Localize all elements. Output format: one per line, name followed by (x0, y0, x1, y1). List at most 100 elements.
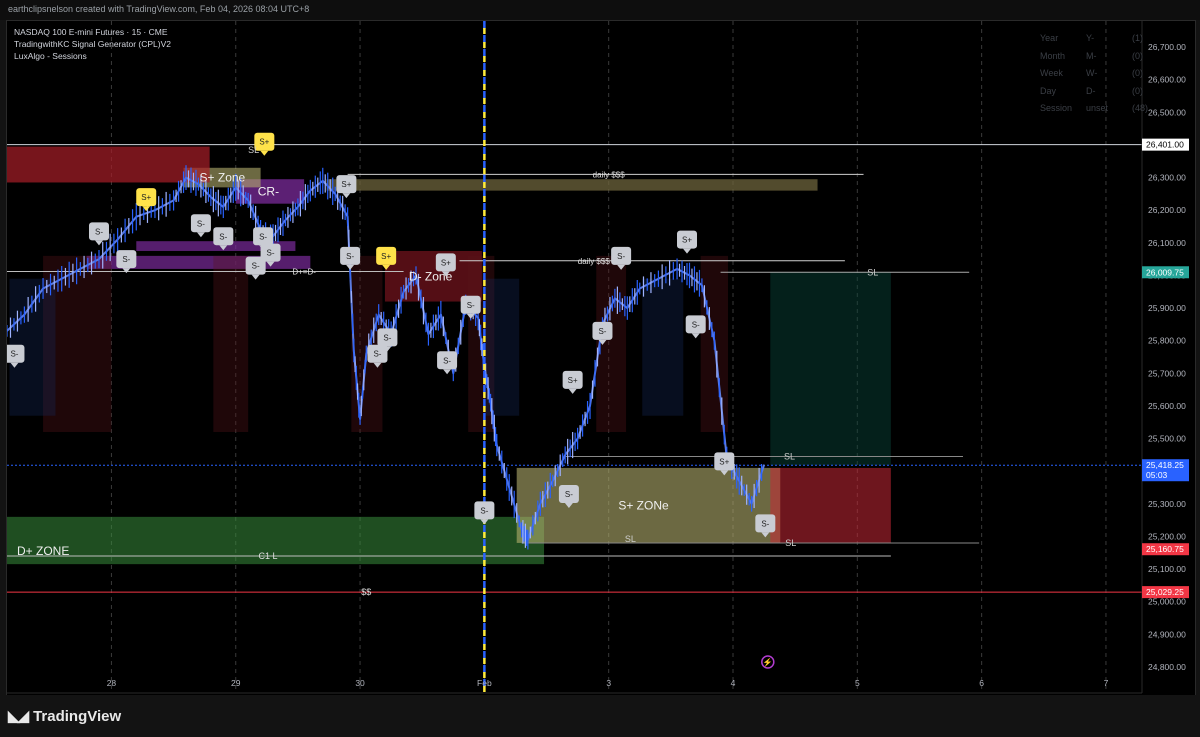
signal-marker-pointer (260, 150, 269, 156)
session-row: Day D- (0) (1040, 83, 1148, 101)
session-row: Year Y- (1) (1040, 30, 1148, 48)
signal-marker-label: S+ (568, 376, 578, 385)
signal-marker-label: S- (219, 232, 227, 241)
annotation-label: $$ (361, 587, 371, 597)
signal-marker-label: S- (692, 320, 700, 329)
resistance-box (7, 146, 210, 183)
symbol-title[interactable]: NASDAQ 100 E-mini Futures · 15 · CME (14, 26, 171, 38)
stop-zone (770, 467, 891, 543)
zone-label: CR- (258, 184, 279, 198)
y-tick-label: 25,600.00 (1148, 401, 1186, 411)
session-key: W- (1086, 68, 1098, 78)
lightning-icon-glyph: ⚡ (763, 657, 773, 667)
x-tick-label: 29 (231, 678, 241, 688)
tradingview-logo-icon: ◣◢ (8, 708, 29, 725)
session-row: Week W- (0) (1040, 65, 1148, 83)
y-tick-label: 26,600.00 (1148, 75, 1186, 85)
y-tick-label: 26,300.00 (1148, 173, 1186, 183)
signal-marker-label: S- (761, 519, 769, 528)
session-row: Month M- (0) (1040, 48, 1148, 66)
signal-marker-pointer (683, 248, 692, 254)
supply-band (326, 179, 818, 191)
session-shade (596, 255, 627, 433)
sl-label: SL (784, 451, 795, 461)
signal-marker-label: S- (598, 327, 606, 336)
y-tick-label: 25,200.00 (1148, 531, 1186, 541)
session-row: Session unset (48) (1040, 100, 1148, 118)
zone-label: S+ Zone (200, 171, 246, 185)
signal-marker-label: S- (373, 350, 381, 359)
tradingview-logo[interactable]: ◣◢ TradingView (8, 707, 122, 726)
indicator-sessions[interactable]: LuxAlgo - Sessions (14, 50, 171, 62)
session-value: (1) (1132, 33, 1143, 43)
sl-label: SL (625, 534, 636, 544)
signal-marker-pointer (568, 388, 577, 394)
zone-label: D- Zone (409, 269, 453, 283)
session-shade (213, 255, 249, 433)
indicator-legend: NASDAQ 100 E-mini Futures · 15 · CME Tra… (14, 26, 171, 62)
session-label: Year (1040, 33, 1059, 43)
y-tick-label: 26,500.00 (1148, 107, 1186, 117)
signal-marker-label: S+ (141, 193, 151, 202)
signal-marker-label: S- (565, 490, 573, 499)
indicator-signal-generator[interactable]: TradingwithKC Signal Generator (CPL)V2 (14, 38, 171, 50)
price-badge-label: 26,009.75 (1146, 267, 1184, 277)
annotation-label: daily $$$ (578, 257, 611, 266)
plot-area (7, 21, 1142, 693)
session-label: Session (1040, 103, 1073, 113)
signal-marker-label: S- (383, 333, 391, 342)
signal-marker-pointer (94, 240, 103, 246)
y-tick-label: 26,200.00 (1148, 205, 1186, 215)
session-label: Week (1040, 68, 1063, 78)
signal-marker-pointer (443, 369, 452, 375)
session-label: Month (1040, 50, 1066, 61)
y-tick-label: 25,100.00 (1148, 564, 1186, 574)
price-badge-sub: 05:03 (1146, 470, 1168, 480)
session-shade (642, 278, 684, 416)
signal-marker-label: S- (252, 262, 260, 271)
price-badge-label: 25,160.75 (1146, 544, 1184, 554)
price-chart[interactable]: D+ ZONE S+ ZONe D- Zone CR- S+ Zone daily $$$… (0, 0, 1200, 737)
signal-marker-label: S- (443, 356, 451, 365)
y-tick-label: 25,000.00 (1148, 597, 1186, 607)
x-tick-label: 3 (606, 678, 611, 688)
session-table: Year Y- (1) Month M- (0) Week W- (0) Day D- (0) … (1040, 30, 1148, 118)
signal-marker-pointer (122, 268, 131, 274)
signal-marker-label: S+ (441, 258, 451, 267)
y-tick-label: 25,900.00 (1148, 303, 1186, 313)
session-key: M- (1086, 50, 1097, 61)
signal-marker-label: S- (617, 252, 625, 261)
signal-marker-pointer (342, 193, 351, 199)
session-value: (0) (1132, 68, 1143, 78)
signal-marker-label: S+ (341, 180, 351, 189)
zone-label: D+ ZONE (17, 544, 69, 558)
y-tick-label: 25,300.00 (1148, 499, 1186, 509)
signal-marker-label: S+ (381, 252, 391, 261)
signal-marker-label: S- (480, 506, 488, 515)
signal-marker-label: S- (267, 249, 275, 258)
x-tick-label: 30 (355, 678, 365, 688)
brand-name: TradingView (33, 707, 122, 725)
signal-marker-label: S- (10, 350, 18, 359)
x-tick-label: Feb (477, 678, 492, 688)
session-key: D- (1086, 85, 1096, 96)
signal-marker-label: S+ (259, 138, 269, 147)
signal-marker-label: S- (259, 232, 267, 241)
signal-marker-label: S- (197, 219, 205, 228)
footer (0, 695, 1200, 737)
session-key: Y- (1086, 33, 1095, 43)
price-badge-label: 26,401.00 (1146, 140, 1184, 150)
session-value: (0) (1132, 50, 1143, 61)
sl-label: SL (867, 267, 878, 277)
signal-marker-label: S+ (719, 457, 729, 466)
annotation-label: C1 L (259, 551, 278, 561)
signal-marker-pointer (691, 333, 700, 339)
session-value: (0) (1132, 85, 1143, 96)
y-tick-label: 24,800.00 (1148, 662, 1186, 672)
y-tick-label: 24,900.00 (1148, 629, 1186, 639)
session-value: (48) (1132, 103, 1149, 113)
x-tick-label: 6 (979, 678, 984, 688)
target-zone (770, 272, 891, 466)
x-tick-label: 4 (731, 678, 736, 688)
y-tick-label: 26,100.00 (1148, 238, 1186, 248)
